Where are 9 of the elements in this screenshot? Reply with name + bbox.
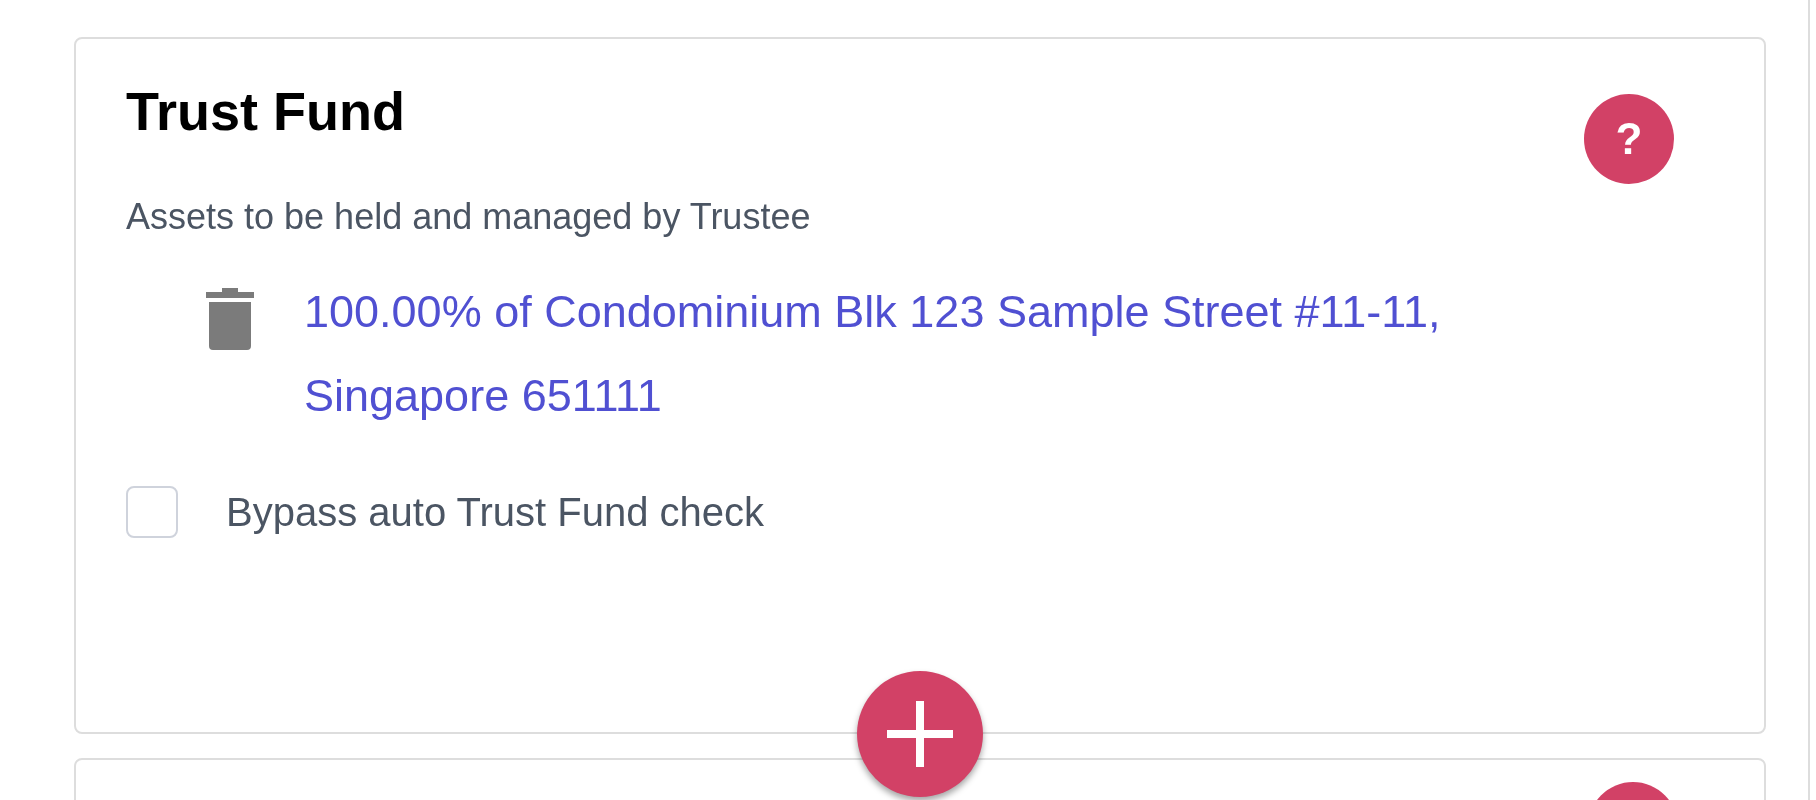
plus-icon: [887, 701, 953, 767]
checkbox-label: Bypass auto Trust Fund check: [226, 489, 765, 535]
trash-icon[interactable]: [204, 288, 256, 350]
card-subtitle: Assets to be held and managed by Trustee: [126, 196, 812, 238]
help-button[interactable]: ?: [1584, 94, 1674, 184]
asset-link[interactable]: 100.00% of Condominium Blk 123 Sample Street #11-11, Singapore 651111: [304, 270, 1594, 438]
card-title: Trust Fund: [126, 80, 405, 143]
checkbox[interactable]: [126, 486, 178, 538]
add-button[interactable]: [857, 671, 983, 797]
